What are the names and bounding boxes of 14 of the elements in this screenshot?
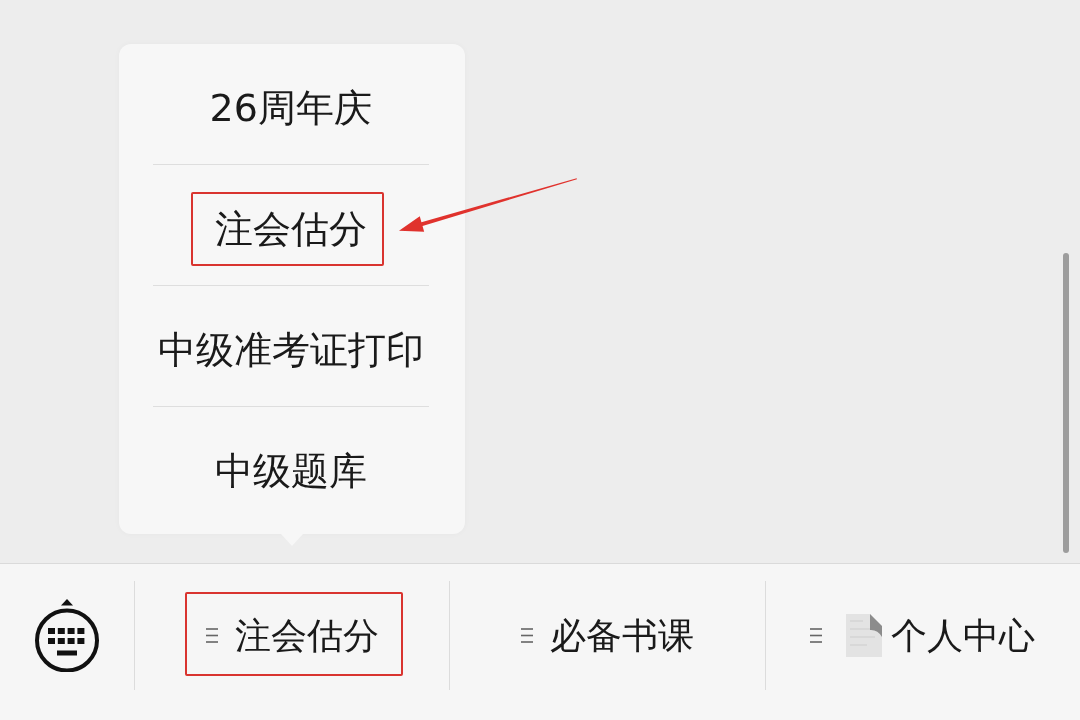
keyboard-button[interactable] — [35, 598, 99, 673]
menu-icon — [810, 628, 823, 643]
menu-tab[interactable]: 必备书课 — [450, 581, 765, 690]
menu-item[interactable]: 26周年庆 — [152, 44, 429, 164]
menu-item[interactable]: 注会估分 — [152, 164, 429, 285]
menu-item[interactable]: 中级题库 — [152, 406, 429, 527]
menu-icon — [521, 628, 533, 643]
menu-tab[interactable]: 注会估分 — [135, 581, 450, 690]
menu-item[interactable]: 中级准考证打印 — [152, 285, 429, 406]
scroll-thumb[interactable] — [1063, 253, 1069, 553]
document-icon — [845, 613, 884, 658]
menu-tab[interactable]: 个人中心 — [765, 581, 1080, 690]
menu-icon — [205, 628, 218, 643]
keyboard-icon — [35, 598, 99, 673]
